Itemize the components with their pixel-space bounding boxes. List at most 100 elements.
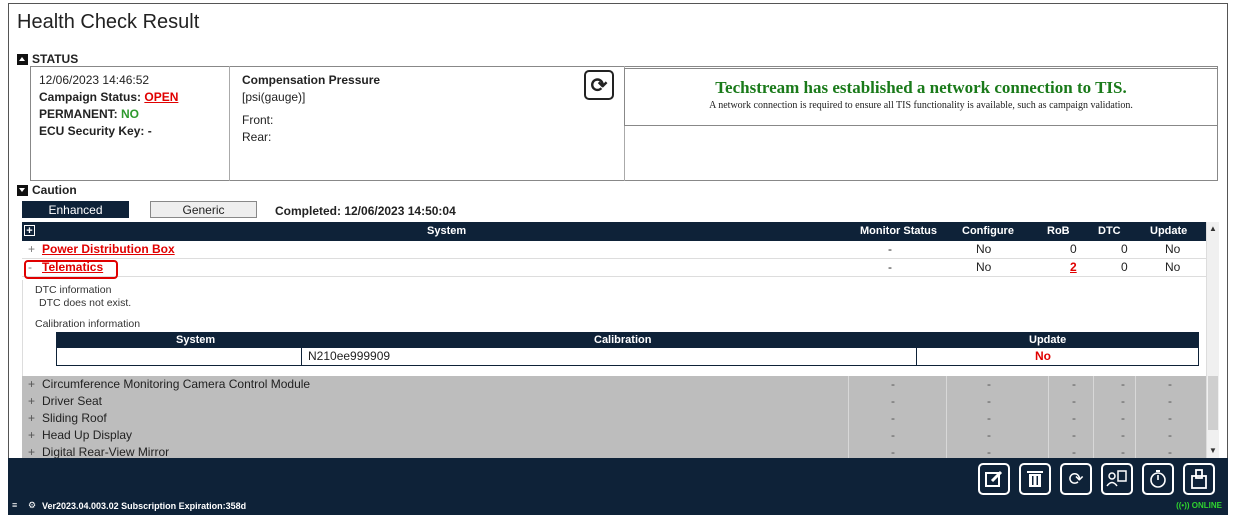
- comp-pressure-unit: [psi(gauge)]: [242, 90, 306, 104]
- front-label: Front:: [242, 113, 274, 127]
- status-summary: 12/06/2023 14:46:52 Campaign Status: OPE…: [30, 66, 230, 181]
- update-cell: -: [1168, 394, 1172, 408]
- system-link[interactable]: Power Distribution Box: [42, 242, 175, 256]
- refresh-icon: ⟳: [1068, 468, 1084, 489]
- configure-cell: No: [976, 260, 992, 274]
- table-row[interactable]: + Circumference Monitoring Camera Contro…: [22, 376, 1206, 393]
- table-row[interactable]: + Digital Rear-View Mirror - - - - -: [22, 444, 1206, 458]
- system-name: Sliding Roof: [42, 411, 107, 425]
- connector-button[interactable]: [1183, 463, 1215, 495]
- tis-connection-panel: Techstream has established a network con…: [624, 68, 1218, 126]
- comp-pressure-label: Compensation Pressure: [242, 73, 381, 87]
- monitor-status-cell: -: [888, 260, 892, 274]
- col-update[interactable]: Update: [1150, 225, 1187, 237]
- rob-cell: -: [1072, 394, 1076, 408]
- ecu-security-key: ECU Security Key: -: [39, 124, 152, 138]
- campaign-status-value[interactable]: OPEN: [144, 90, 178, 104]
- update-cell: -: [1168, 428, 1172, 442]
- refresh-status-button[interactable]: ⟳: [584, 70, 614, 100]
- expand-icon[interactable]: [17, 184, 28, 196]
- system-grid-header: + System Monitor Status Configure RoB DT…: [22, 222, 1206, 241]
- calibration-table: System Calibration Update N210ee999909 N…: [56, 332, 1199, 366]
- status-section-label: STATUS: [32, 52, 79, 66]
- monitor-status-cell: -: [891, 411, 895, 425]
- row-expander[interactable]: +: [28, 445, 35, 458]
- calibration-header: System Calibration Update: [56, 332, 1199, 348]
- timer-button[interactable]: [1142, 463, 1174, 495]
- bottom-toolbar: ⟳: [8, 458, 1228, 498]
- permanent-value: NO: [121, 107, 140, 121]
- monitor-status-cell: -: [891, 394, 895, 408]
- online-status: ((•)) ONLINE: [1176, 501, 1222, 510]
- result-tabs: Enhanced Generic: [22, 201, 257, 218]
- tab-generic[interactable]: Generic: [150, 201, 257, 218]
- scroll-down-icon[interactable]: ▼: [1209, 446, 1217, 455]
- rob-cell[interactable]: 2: [1070, 260, 1077, 274]
- delete-button[interactable]: [1019, 463, 1051, 495]
- rob-cell: -: [1072, 428, 1076, 442]
- vertical-scrollbar[interactable]: ▲ ▼: [1206, 222, 1219, 458]
- timer-icon: [1150, 470, 1166, 488]
- row-expander[interactable]: +: [28, 377, 35, 391]
- monitor-status-cell: -: [888, 242, 892, 256]
- highlight-box: [24, 260, 118, 279]
- system-name: Digital Rear-View Mirror: [42, 445, 170, 458]
- status-section-header[interactable]: STATUS: [17, 52, 78, 66]
- dtc-cell: -: [1121, 445, 1125, 458]
- dtc-cell: -: [1121, 428, 1125, 442]
- scrollbar-thumb[interactable]: [1208, 376, 1218, 430]
- completed-timestamp: Completed: 12/06/2023 14:50:04: [275, 204, 456, 218]
- table-row[interactable]: + Driver Seat - - - - -: [22, 393, 1206, 410]
- tis-connection-title: Techstream has established a network con…: [715, 78, 1127, 97]
- system-name: Head Up Display: [42, 428, 133, 442]
- update-cell: No: [1165, 242, 1181, 256]
- update-cell: -: [1168, 377, 1172, 391]
- campaign-status-label: Campaign Status:: [39, 90, 145, 104]
- status-datetime: 12/06/2023 14:46:52: [39, 73, 150, 87]
- permanent-status: PERMANENT: NO: [39, 106, 229, 123]
- user-document-icon: [1106, 470, 1127, 487]
- signal-icon: ((•)): [1176, 501, 1192, 510]
- collapse-icon[interactable]: [17, 53, 28, 65]
- campaign-status: Campaign Status: OPEN: [39, 89, 229, 106]
- tab-enhanced[interactable]: Enhanced: [22, 201, 129, 218]
- row-expander[interactable]: +: [28, 242, 35, 256]
- col-dtc[interactable]: DTC: [1098, 225, 1121, 237]
- col-configure[interactable]: Configure: [962, 225, 1014, 237]
- user-document-button[interactable]: [1101, 463, 1133, 495]
- online-label: ONLINE: [1191, 501, 1222, 510]
- col-rob[interactable]: RoB: [1047, 225, 1070, 237]
- table-row[interactable]: + Head Up Display - - - - -: [22, 427, 1206, 444]
- rob-cell: -: [1072, 377, 1076, 391]
- edit-button[interactable]: [978, 463, 1010, 495]
- table-row[interactable]: + Power Distribution Box - No 0 0 No: [22, 241, 1206, 259]
- col-monitor-status[interactable]: Monitor Status: [860, 225, 937, 237]
- permanent-label: PERMANENT:: [39, 107, 122, 121]
- update-cell: -: [1168, 445, 1172, 458]
- table-row[interactable]: + Sliding Roof - - - - -: [22, 410, 1206, 427]
- version-info: Ver2023.04.003.02 Subscription Expiratio…: [42, 501, 247, 511]
- dtc-cell: -: [1121, 411, 1125, 425]
- update-cell: No: [1165, 260, 1181, 274]
- cal-col-system: System: [176, 334, 216, 346]
- scroll-up-icon[interactable]: ▲: [1209, 224, 1217, 233]
- disabled-system-rows: + Circumference Monitoring Camera Contro…: [22, 376, 1206, 458]
- rob-cell: 0: [1070, 242, 1077, 256]
- row-expander[interactable]: +: [28, 394, 35, 408]
- expand-all-button[interactable]: +: [24, 225, 35, 237]
- caution-section-header[interactable]: Caution: [17, 183, 77, 197]
- table-row[interactable]: - Telematics - No 2 0 No: [22, 259, 1206, 277]
- vehicle-icon: ⚙: [28, 500, 37, 510]
- dtc-cell: 0: [1121, 242, 1128, 256]
- cal-col-calibration: Calibration: [594, 334, 652, 346]
- col-system[interactable]: System: [427, 225, 466, 237]
- row-expander[interactable]: +: [28, 428, 35, 442]
- configure-cell: -: [987, 428, 991, 442]
- system-name: Driver Seat: [42, 394, 103, 408]
- rear-label: Rear:: [242, 130, 272, 144]
- cal-calibration-cell: N210ee999909: [308, 349, 391, 363]
- refresh-button[interactable]: ⟳: [1060, 463, 1092, 495]
- menu-toggle-icon[interactable]: ≡: [12, 500, 17, 510]
- calibration-row: N210ee999909 No: [56, 348, 1199, 366]
- row-expander[interactable]: +: [28, 411, 35, 425]
